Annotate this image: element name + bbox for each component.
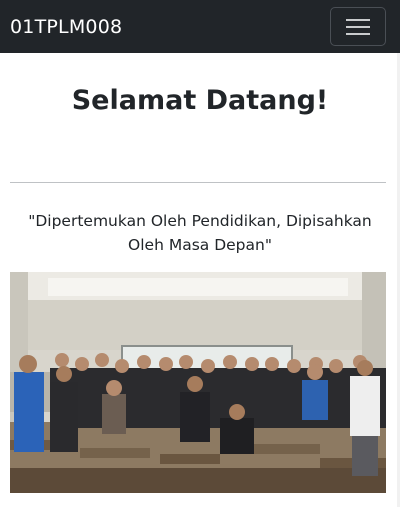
hamburger-icon [346, 18, 370, 35]
navbar: 01TPLM008 [0, 0, 400, 53]
menu-toggle-button[interactable] [330, 7, 386, 46]
page-title: Selamat Datang! [71, 85, 329, 116]
class-photo [10, 272, 386, 493]
quote-text: "Dipertemukan Oleh Pendidikan, Dipisahka… [28, 212, 372, 254]
divider [10, 182, 386, 183]
brand-link[interactable]: 01TPLM008 [10, 16, 122, 38]
main-content: Selamat Datang! "Dipertemukan Oleh Pendi… [0, 53, 400, 507]
